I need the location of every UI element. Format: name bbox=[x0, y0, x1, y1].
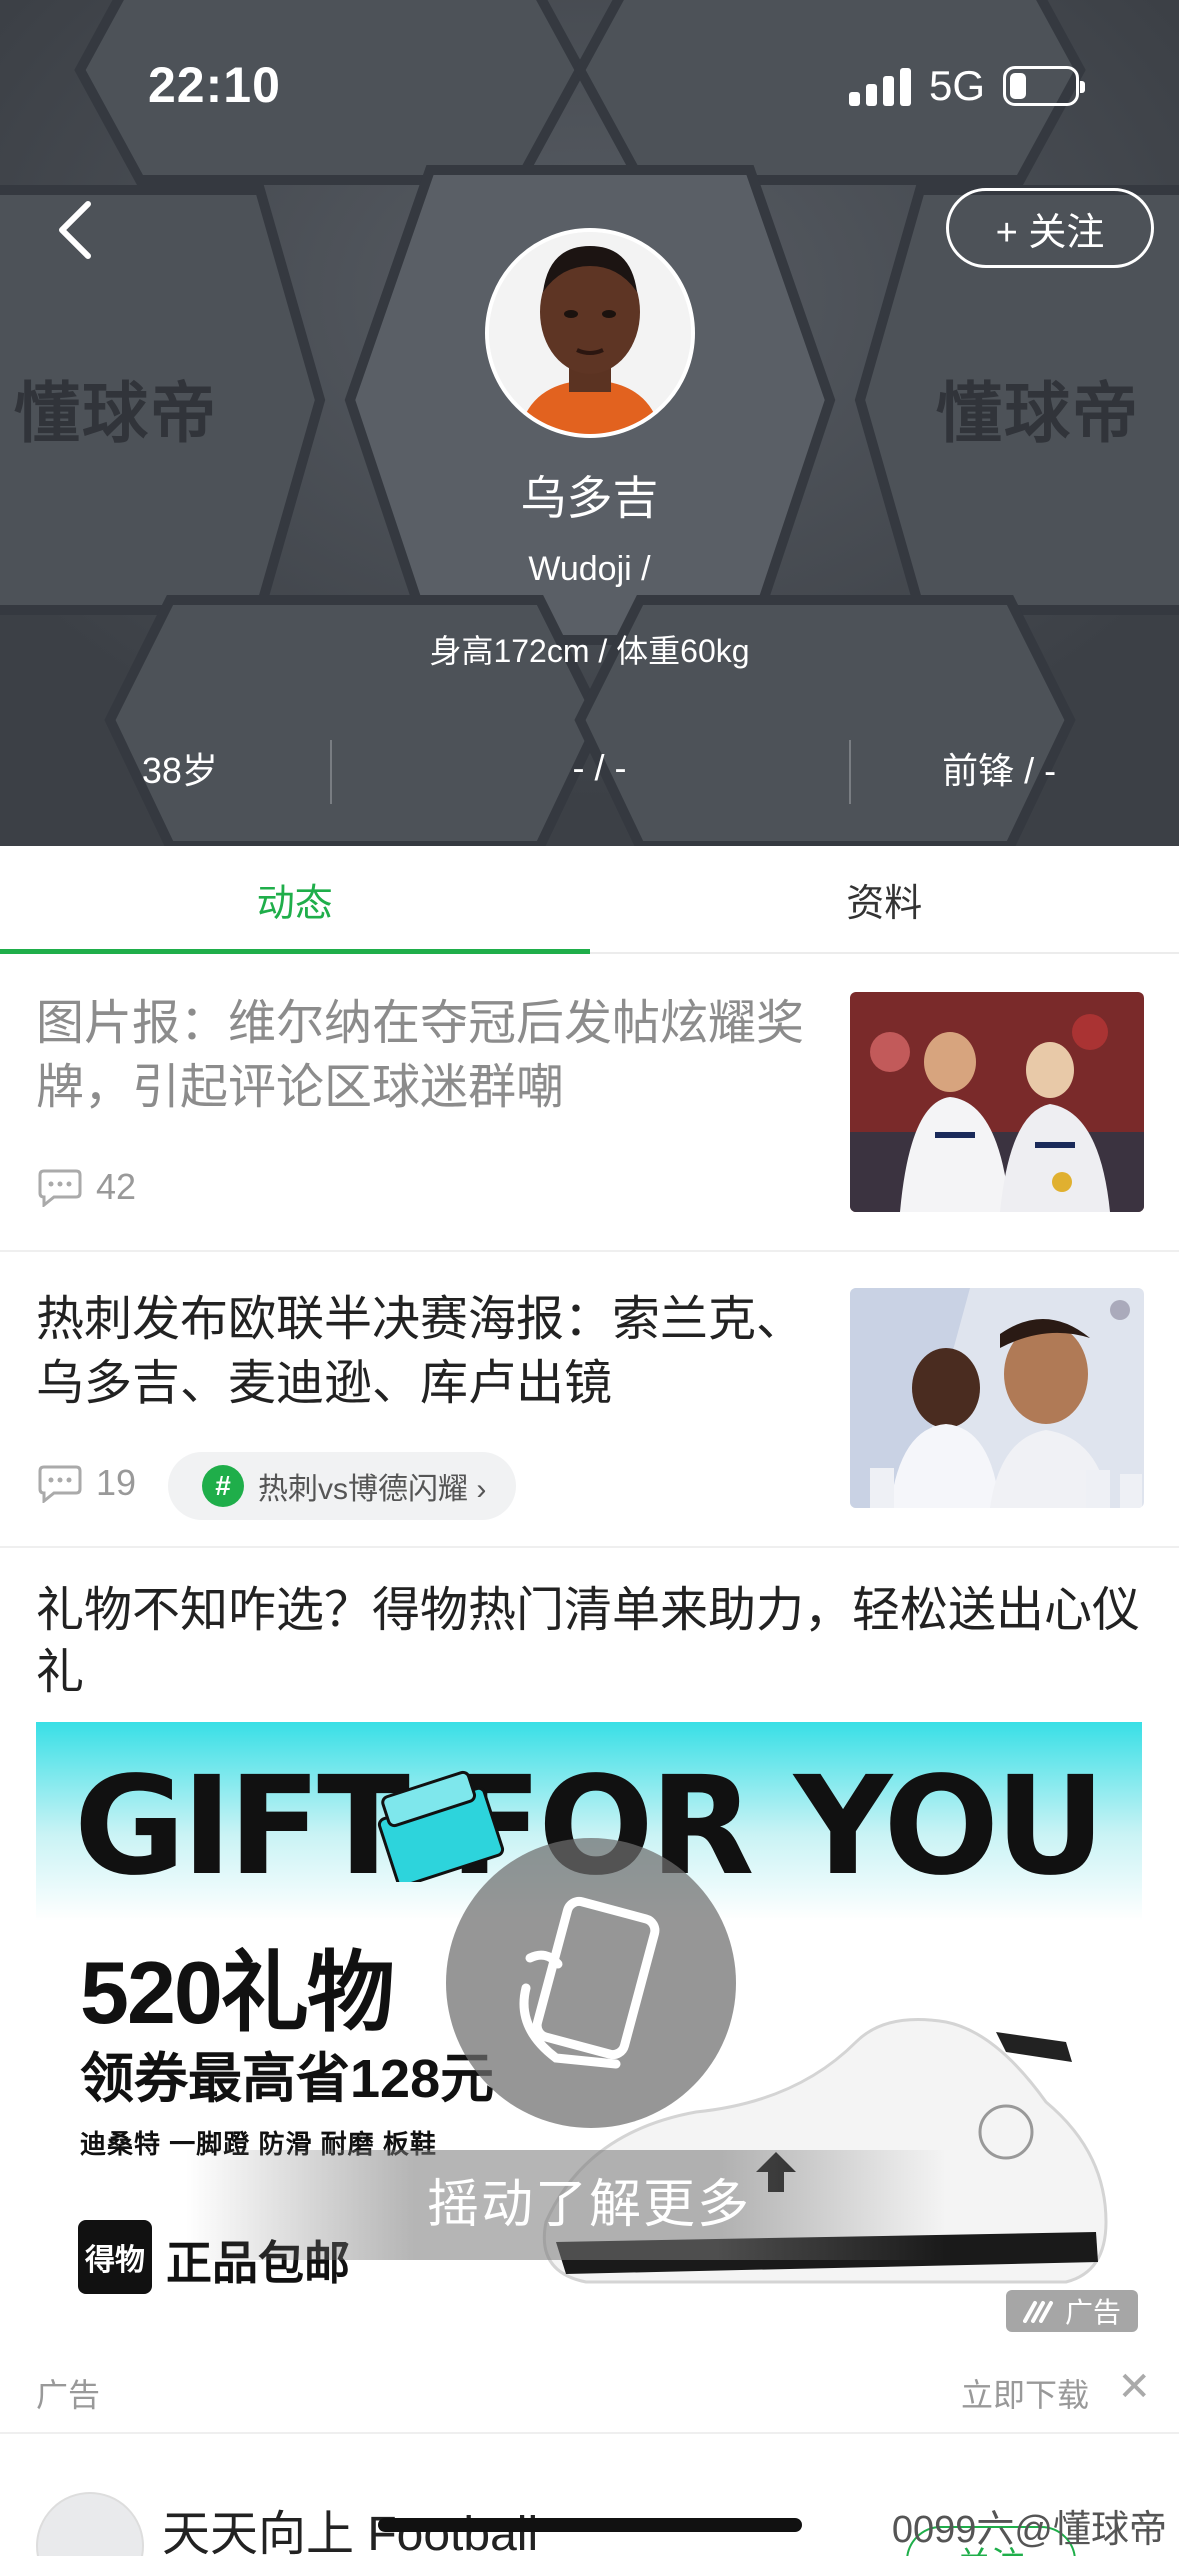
comment-count-value: 19 bbox=[96, 1462, 137, 1503]
stat-team: - / - bbox=[572, 747, 627, 788]
close-icon[interactable]: ✕ bbox=[1117, 2364, 1151, 2410]
comment-icon bbox=[38, 1169, 82, 1207]
author-avatar bbox=[36, 2492, 144, 2556]
item-thumbnail bbox=[850, 992, 1144, 1212]
chevron-left-icon bbox=[59, 201, 91, 259]
battery-icon bbox=[1003, 66, 1085, 106]
player-name: 乌多吉 bbox=[520, 472, 659, 524]
status-time: 22:10 bbox=[148, 57, 281, 113]
player-photo bbox=[489, 232, 691, 434]
back-button[interactable] bbox=[48, 190, 108, 270]
stat-divider bbox=[849, 740, 851, 804]
signal-icon bbox=[848, 66, 911, 106]
ad-banner[interactable]: GIFT FOR YOU 520礼物 领券最高省128元 迪桑特 一脚蹬 防滑 … bbox=[36, 1722, 1142, 2344]
stat-age: 38岁 bbox=[141, 750, 218, 791]
ad-network-icon bbox=[1022, 2301, 1053, 2323]
download-button[interactable]: 立即下载 bbox=[961, 2370, 1089, 2416]
shake-phone-icon bbox=[519, 1896, 660, 2069]
stat-position: 前锋 / - bbox=[942, 750, 1057, 791]
home-indicator[interactable] bbox=[378, 2518, 802, 2532]
item-thumbnail bbox=[850, 1288, 1144, 1508]
player-stats: 38岁 - / - 前锋 / - bbox=[0, 732, 1179, 804]
ad-mark-badge: 广告 bbox=[1006, 2290, 1138, 2332]
topic-chip[interactable]: # 热刺vs博德闪耀 › bbox=[168, 1452, 517, 1520]
comment-count-value: 42 bbox=[96, 1166, 137, 1207]
corner-watermark: 0099六@懂球帝 bbox=[891, 2509, 1167, 2551]
shake-prompt[interactable]: 摇动了解更多 bbox=[36, 2162, 1142, 2237]
player-header: 22:10 5G + 关注 懂球帝 懂球帝 乌多吉 Wudoji / 身高172… bbox=[0, 0, 1179, 846]
item-title: 热刺发布欧联半决赛海报：索兰克、乌多吉、麦迪逊、库卢出镜 bbox=[36, 1293, 805, 1410]
ad-big-text: 520礼物 bbox=[80, 1943, 395, 2042]
list-item[interactable]: 图片报：维尔纳在夺冠后发帖炫耀奖牌，引起评论区球迷群嘲 42 bbox=[0, 956, 1179, 1252]
network-type: 5G bbox=[928, 62, 985, 109]
ad-subtitle: 领券最高省128元 bbox=[80, 2049, 495, 2109]
ad-mark-label: 广告 bbox=[1064, 2297, 1121, 2328]
item-title: 图片报：维尔纳在夺冠后发帖炫耀奖牌，引起评论区球迷群嘲 bbox=[36, 997, 805, 1114]
shake-overlay bbox=[446, 1838, 736, 2128]
comment-icon bbox=[38, 1465, 82, 1503]
ad-footer: 广告 立即下载 ✕ bbox=[0, 2344, 1179, 2434]
ad-title[interactable]: 礼物不知咋选？得物热门清单来助力，轻松送出心仪礼 bbox=[36, 1580, 1146, 1704]
player-avatar bbox=[485, 228, 695, 438]
tab-feed[interactable]: 动态 bbox=[0, 846, 590, 954]
status-icons: 5G bbox=[848, 62, 1085, 110]
list-item[interactable]: 热刺发布欧联半决赛海报：索兰克、乌多吉、麦迪逊、库卢出镜 19 # 热刺vs博德… bbox=[0, 1252, 1179, 1548]
watermark-right: 懂球帝 bbox=[936, 376, 1140, 450]
thumbnail-image bbox=[850, 1288, 1144, 1508]
player-english-name: Wudoji / bbox=[528, 550, 651, 588]
follow-button[interactable]: + 关注 bbox=[946, 188, 1154, 268]
ad-label: 广告 bbox=[36, 2377, 101, 2413]
comment-count: 19 bbox=[36, 1462, 136, 1504]
tab-bar: 动态 资料 bbox=[0, 846, 1179, 954]
tab-profile[interactable]: 资料 bbox=[590, 846, 1179, 952]
stat-divider bbox=[330, 740, 332, 804]
hashtag-icon: # bbox=[202, 1465, 244, 1507]
topic-label: 热刺vs博德闪耀 › bbox=[258, 1473, 487, 1506]
player-height-weight: 身高172cm / 体重60kg bbox=[429, 633, 750, 669]
thumbnail-image bbox=[850, 992, 1144, 1212]
watermark-left: 懂球帝 bbox=[14, 376, 218, 450]
comment-count: 42 bbox=[36, 1166, 136, 1208]
